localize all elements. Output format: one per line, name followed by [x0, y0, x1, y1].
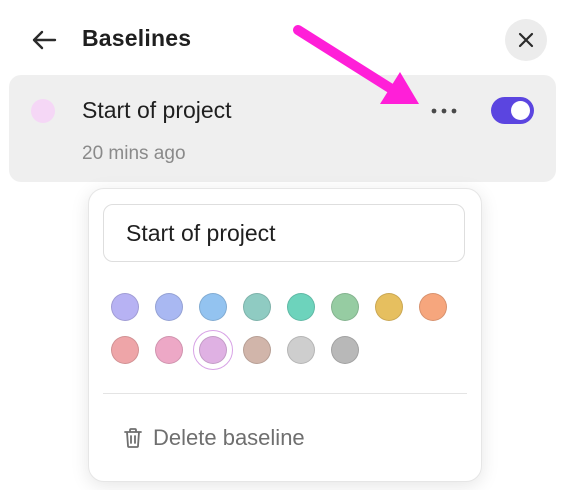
color-swatch[interactable] [375, 293, 403, 321]
baseline-visibility-toggle[interactable] [491, 97, 534, 124]
divider [103, 393, 467, 394]
more-options-button[interactable] [427, 97, 461, 125]
delete-baseline-button[interactable]: Delete baseline [123, 423, 305, 453]
color-swatch[interactable] [243, 336, 271, 364]
delete-baseline-label: Delete baseline [153, 425, 305, 450]
color-swatch[interactable] [199, 293, 227, 321]
color-swatch[interactable] [193, 330, 233, 370]
color-swatch[interactable] [287, 336, 315, 364]
baseline-name-input[interactable] [103, 204, 465, 262]
panel-header: Baselines [0, 0, 572, 80]
back-button[interactable] [28, 24, 60, 56]
color-swatch[interactable] [331, 336, 359, 364]
close-icon [518, 32, 534, 48]
color-swatch[interactable] [419, 293, 447, 321]
color-swatch[interactable] [111, 293, 139, 321]
page-title: Baselines [82, 25, 192, 51]
close-button[interactable] [505, 19, 547, 61]
color-swatch[interactable] [331, 293, 359, 321]
baseline-timestamp: 20 mins ago [82, 143, 186, 164]
arrow-left-icon [32, 30, 57, 50]
color-swatch[interactable] [287, 293, 315, 321]
color-swatch[interactable] [243, 293, 271, 321]
more-horizontal-icon [431, 108, 457, 114]
color-swatch[interactable] [111, 336, 139, 364]
baseline-color-dot [31, 99, 55, 123]
baseline-item[interactable]: Start of project 20 mins ago [9, 75, 556, 182]
baseline-edit-popover: Delete baseline [88, 188, 482, 482]
baseline-name: Start of project [82, 97, 232, 123]
color-swatch[interactable] [155, 336, 183, 364]
trash-icon [124, 428, 142, 448]
toggle-knob [511, 101, 530, 120]
color-swatch[interactable] [155, 293, 183, 321]
